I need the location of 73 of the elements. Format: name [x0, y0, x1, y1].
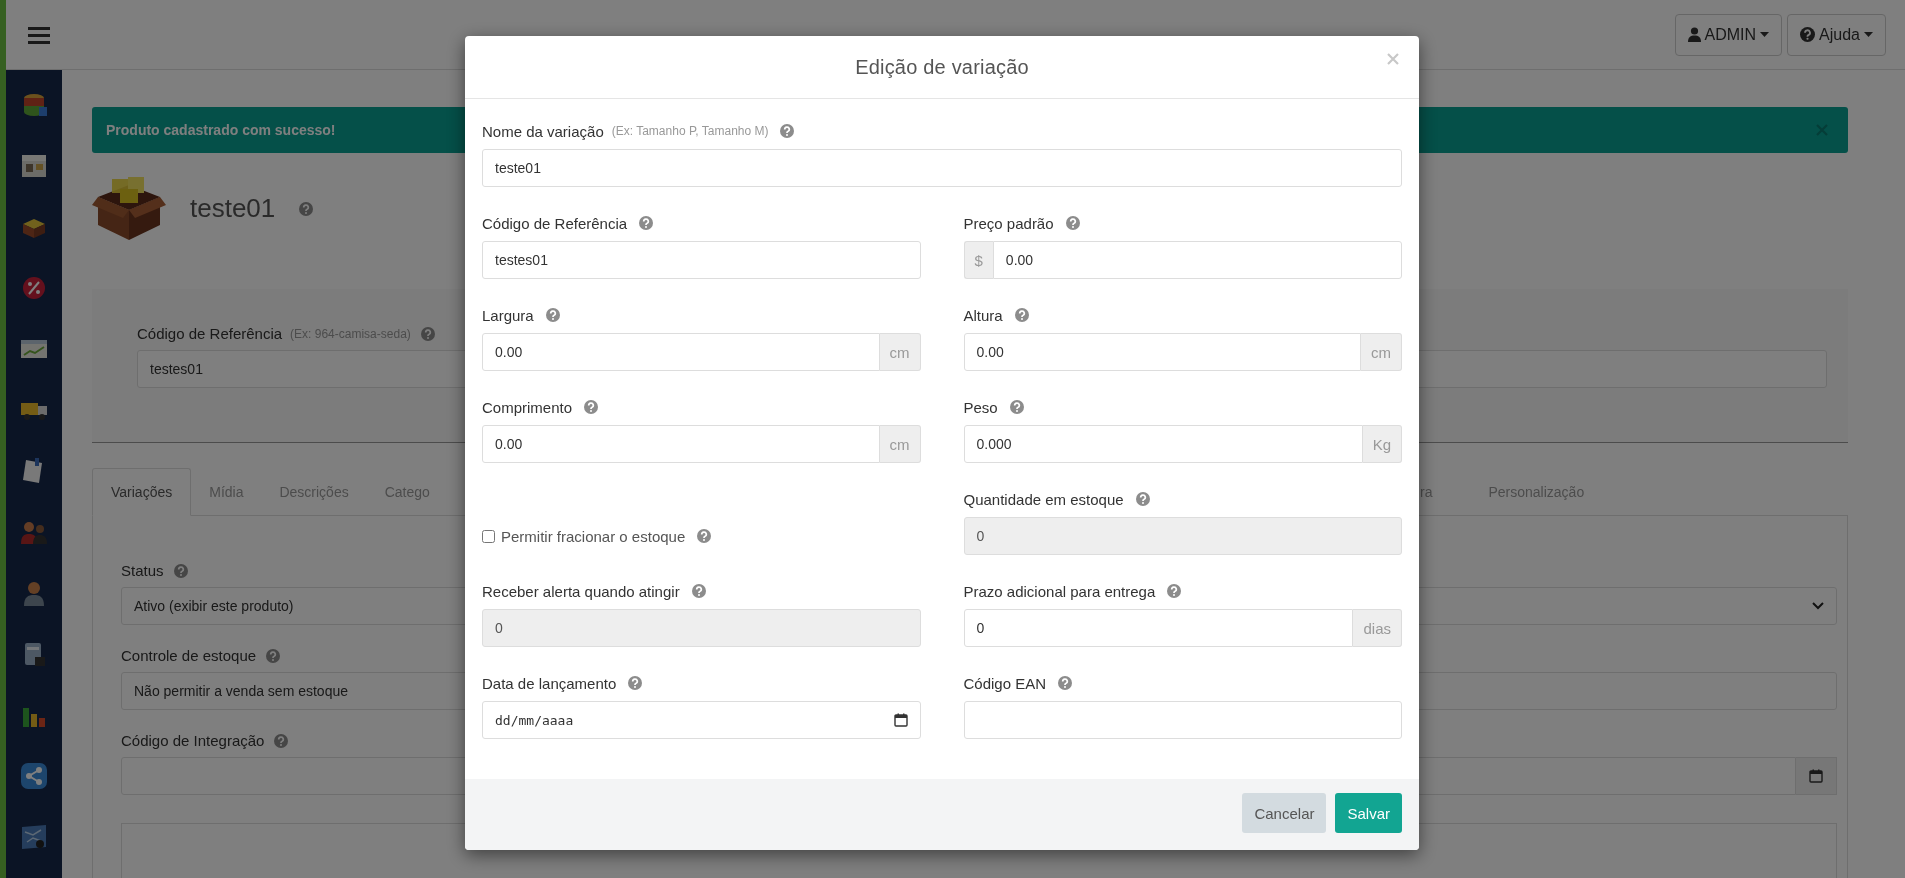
alert-message: Produto cadastrado com sucesso!: [106, 122, 336, 138]
help-icon: [584, 400, 599, 414]
currency-addon: $: [963, 241, 993, 279]
unit-addon: cm: [1361, 333, 1402, 371]
checkbox[interactable]: [482, 529, 495, 543]
text-field[interactable]: 0.00: [482, 333, 880, 371]
unit-addon: cm: [879, 425, 921, 463]
menu-icon: [28, 25, 50, 44]
text-field[interactable]: 0.000: [963, 425, 1363, 463]
unit-addon: dias: [1353, 609, 1402, 647]
field-label: Código de Referência: [482, 214, 628, 232]
text-field[interactable]: 0.00: [963, 333, 1361, 371]
field-label: Quantidade em estoque: [963, 490, 1124, 508]
help-icon: [780, 124, 795, 138]
text-field[interactable]: 0.00: [992, 241, 1402, 279]
help-icon: [639, 216, 654, 230]
field-label: Nome da variação: [482, 122, 604, 140]
checkbox-label: Permitir fracionar o estoque: [501, 527, 686, 545]
field-label: Largura: [482, 306, 534, 324]
help-icon: [691, 584, 706, 598]
help-icon: [1009, 400, 1024, 414]
help-icon: [1135, 492, 1150, 506]
field-label: Código de Integração: [121, 732, 265, 749]
date-field[interactable]: dd/mm/aaaa: [482, 701, 921, 739]
tab[interactable]: Variações: [92, 468, 192, 516]
text-field[interactable]: testes01: [482, 241, 921, 279]
field-label: Peso: [963, 398, 998, 416]
help-icon: [420, 326, 435, 341]
share-icon[interactable]: [19, 761, 49, 791]
field-label: Data de lançamento: [482, 674, 617, 692]
help-icon: [274, 733, 289, 748]
user-menu-button[interactable]: ADMIN: [1674, 13, 1783, 56]
caret-icon: [1864, 32, 1873, 37]
chevron-down-icon: [1812, 602, 1824, 610]
text-field[interactable]: teste01: [482, 149, 1402, 187]
box-icon: [92, 174, 166, 243]
user-icon: [1687, 27, 1701, 42]
field-label: Preço padrão: [963, 214, 1054, 232]
help-icon: [173, 563, 188, 578]
text-field[interactable]: [963, 701, 1402, 739]
help-icon: [299, 201, 314, 216]
field-label: Controle de estoque: [121, 647, 257, 664]
unit-addon: cm: [879, 333, 921, 371]
unit-addon: Kg: [1362, 425, 1402, 463]
field-label: Status: [121, 562, 164, 579]
help-icon: [697, 529, 712, 543]
field-label: Altura: [963, 306, 1003, 324]
help-menu-button[interactable]: Ajuda: [1787, 13, 1886, 56]
calendar-icon: [1809, 769, 1823, 783]
field-label: Código EAN: [963, 674, 1047, 692]
modal-title: Edição de variação: [855, 55, 1029, 79]
field-label: Receber alerta quando atingir: [482, 582, 680, 600]
help-icon: [628, 676, 643, 690]
text-field[interactable]: 0.00: [482, 425, 880, 463]
help-icon: [1014, 308, 1029, 322]
calendar-icon: [893, 713, 908, 727]
help-icon: [1167, 584, 1182, 598]
menu-button[interactable]: [28, 25, 50, 44]
cancel-button[interactable]: Cancelar: [1242, 793, 1327, 833]
field-hint: (Ex: Tamanho P, Tamanho M): [611, 124, 769, 138]
help-icon: [1058, 676, 1073, 690]
field-label: Comprimento: [482, 398, 573, 416]
product-title: teste01: [190, 193, 276, 224]
help-icon: [1065, 216, 1080, 230]
field-label: Prazo adicional para entrega: [963, 582, 1156, 600]
field-label: Código de Referência: [137, 325, 283, 342]
help-icon: [545, 308, 560, 322]
help-icon: [1800, 27, 1816, 42]
help-icon: [266, 648, 281, 663]
calendar-button[interactable]: [1796, 757, 1837, 795]
map-icon[interactable]: [19, 822, 49, 852]
text-field[interactable]: 0: [963, 609, 1354, 647]
caret-icon: [1760, 32, 1770, 37]
